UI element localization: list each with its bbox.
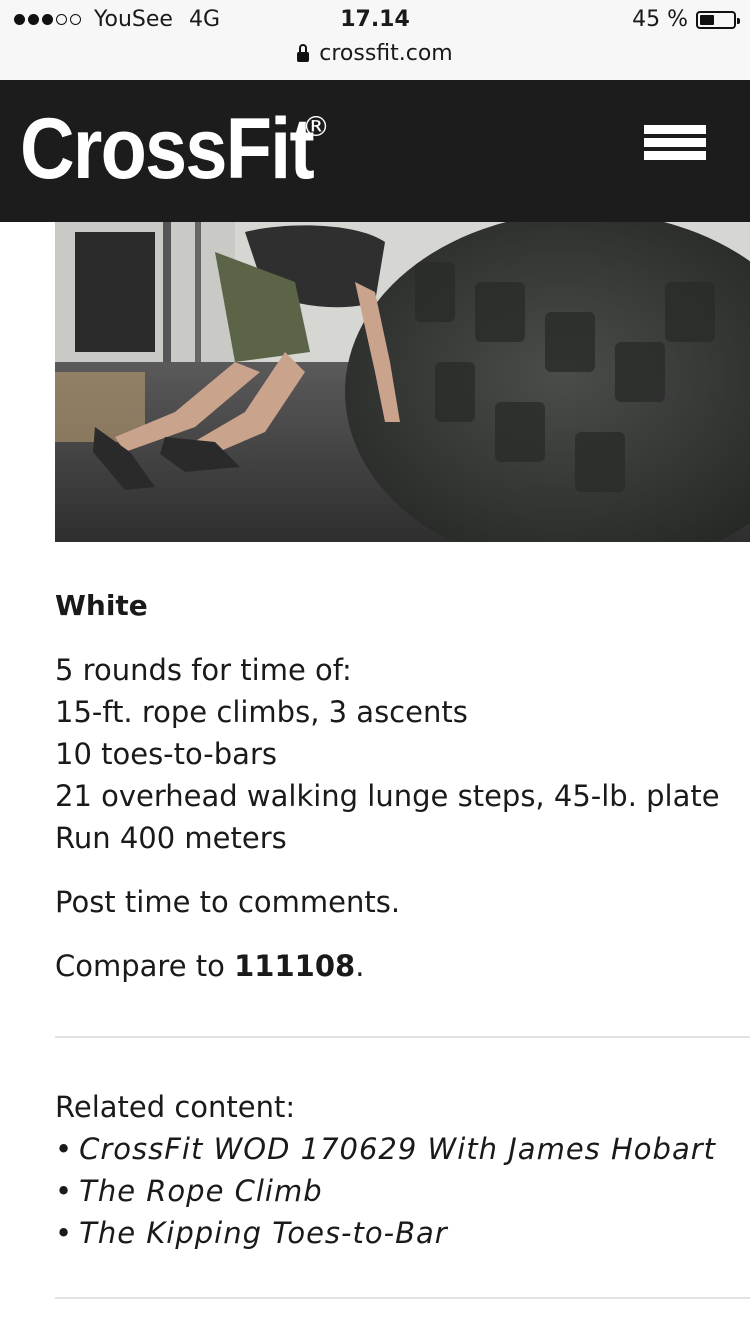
related-link[interactable]: • The Kipping Toes-to-Bar bbox=[55, 1212, 716, 1254]
registered-mark: ® bbox=[302, 110, 330, 143]
lock-icon bbox=[297, 43, 310, 62]
address-bar[interactable]: crossfit.com bbox=[0, 41, 750, 66]
related-heading: Related content: bbox=[55, 1090, 296, 1124]
tire-flip-photo bbox=[55, 222, 750, 542]
divider bbox=[55, 1036, 750, 1038]
workout-description: 5 rounds for time of: 15-ft. rope climbs… bbox=[55, 649, 735, 859]
compare-suffix: . bbox=[355, 949, 365, 983]
compare-prefix: Compare to bbox=[55, 949, 235, 983]
compare-text: Compare to 111108. bbox=[55, 945, 735, 987]
related-link-label[interactable]: CrossFit WOD 170629 With James Hobart bbox=[79, 1132, 716, 1166]
hamburger-menu-icon[interactable] bbox=[644, 125, 706, 173]
workout-content: White 5 rounds for time of: 15-ft. rope … bbox=[55, 585, 735, 1009]
battery-icon bbox=[696, 10, 740, 29]
site-header: CrossFit ® bbox=[0, 80, 750, 222]
related-link[interactable]: • The Rope Climb bbox=[55, 1170, 716, 1212]
workout-line: Run 400 meters bbox=[55, 821, 287, 855]
workout-line: 15-ft. rope climbs, 3 ascents bbox=[55, 695, 468, 729]
compare-workout-link[interactable]: 111108 bbox=[234, 949, 355, 983]
bullet: • bbox=[55, 1174, 74, 1208]
hero-image bbox=[55, 222, 750, 542]
url-text: crossfit.com bbox=[319, 41, 453, 66]
post-time-text: Post time to comments. bbox=[55, 885, 401, 919]
crossfit-logo[interactable]: CrossFit bbox=[20, 106, 315, 192]
status-bar: YouSee 4G 17.14 45 % crossfit.com bbox=[0, 0, 750, 80]
status-right: 45 % bbox=[632, 7, 740, 32]
workout-line: 5 rounds for time of: bbox=[55, 653, 352, 687]
workout-line: 21 overhead walking lunge steps, 45-lb. … bbox=[55, 779, 720, 813]
related-link[interactable]: • CrossFit WOD 170629 With James Hobart bbox=[55, 1128, 716, 1170]
workout-line: 10 toes-to-bars bbox=[55, 737, 277, 771]
related-content: Related content: • CrossFit WOD 170629 Wi… bbox=[55, 1086, 716, 1254]
related-link-label[interactable]: The Kipping Toes-to-Bar bbox=[79, 1216, 448, 1250]
divider bbox=[55, 1297, 750, 1299]
bullet: • bbox=[55, 1216, 74, 1250]
workout-title: White bbox=[55, 589, 148, 622]
related-link-label[interactable]: The Rope Climb bbox=[79, 1174, 323, 1208]
battery-percent: 45 % bbox=[632, 7, 688, 32]
bullet: • bbox=[55, 1132, 74, 1166]
